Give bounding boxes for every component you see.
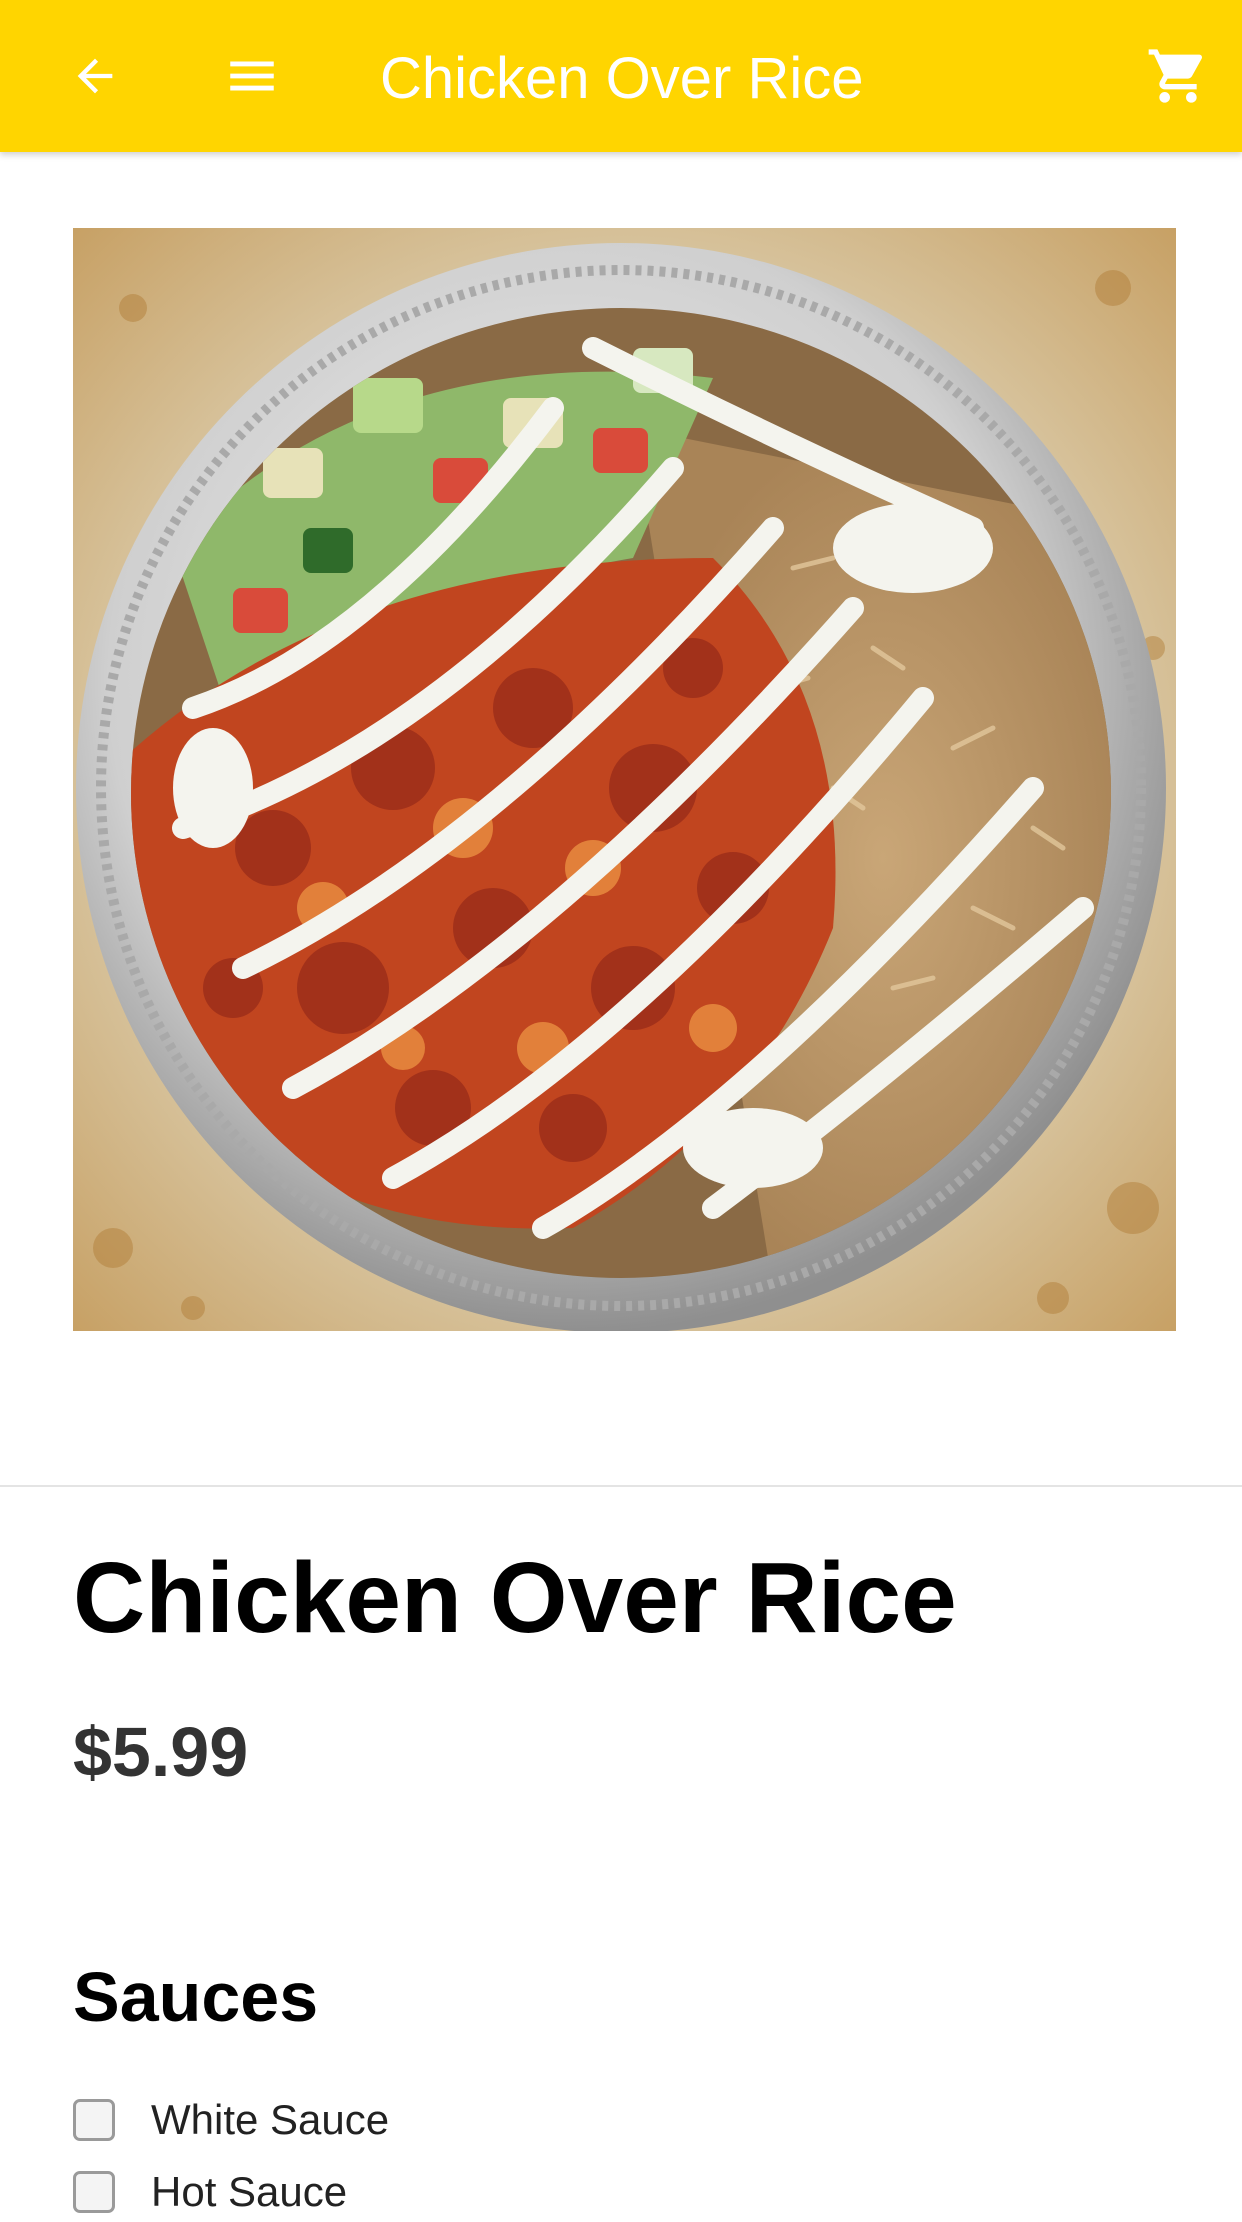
back-button[interactable]: [55, 36, 135, 116]
product-image: [73, 228, 1176, 1331]
product-title: Chicken Over Rice: [73, 1542, 957, 1654]
menu-icon: [230, 61, 274, 91]
app-bar-title: Chicken Over Rice: [380, 46, 864, 111]
divider: [0, 1485, 1242, 1487]
white-sauce-label: White Sauce: [151, 2096, 390, 2143]
option-white-sauce[interactable]: White Sauce: [73, 2090, 389, 2150]
product-price: $5.99: [73, 1713, 249, 1791]
cart-icon: [1148, 49, 1203, 103]
back-arrow-icon: [77, 58, 113, 94]
app-bar: Chicken Over Rice: [0, 0, 1242, 152]
white-sauce-checkbox[interactable]: [73, 2099, 115, 2141]
menu-button[interactable]: [212, 36, 292, 116]
hot-sauce-checkbox[interactable]: [73, 2171, 115, 2213]
hot-sauce-label: Hot Sauce: [151, 2168, 348, 2215]
cart-button[interactable]: [1138, 36, 1218, 116]
sauces-section-title: Sauces: [73, 1958, 319, 2036]
option-hot-sauce[interactable]: Hot Sauce: [73, 2162, 347, 2222]
